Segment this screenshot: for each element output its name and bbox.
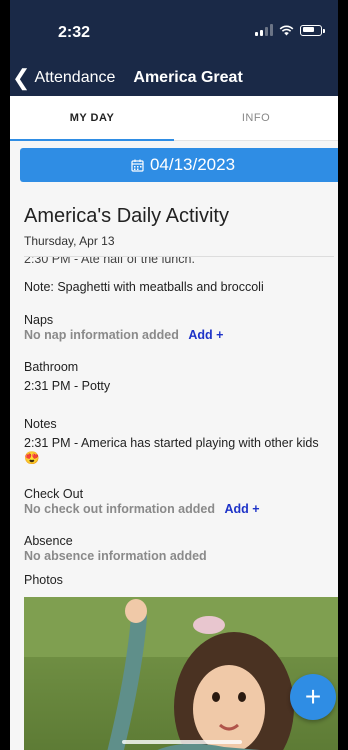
meal-entry: 2:30 PM - Ate half of the lunch.: [24, 257, 195, 266]
add-checkout-link[interactable]: Add +: [224, 502, 259, 516]
nav-bar: ❮ Attendance America Great: [10, 60, 338, 96]
notes-label: Notes: [24, 417, 57, 431]
notes-entry: 2:31 PM - America has started playing wi…: [24, 436, 319, 450]
checkout-row: No check out information added Add +: [24, 501, 330, 517]
calendar-icon: [131, 159, 144, 172]
status-bar: 2:32: [10, 0, 338, 52]
status-time: 2:32: [58, 24, 91, 41]
date-label: 04/13/2023: [149, 155, 236, 174]
back-button[interactable]: ❮ Attendance: [12, 67, 115, 89]
child-photo-illustration: [24, 597, 338, 750]
meal-note: Note: Spaghetti with meatballs and brocc…: [24, 280, 264, 294]
bathroom-label: Bathroom: [24, 360, 79, 374]
app-header: 2:32 ❮ Attendance America Great: [10, 0, 338, 96]
photos-label: Photos: [24, 573, 63, 587]
activity-scroll-area[interactable]: 2:30 PM - Ate half of the lunch. Note: S…: [10, 257, 338, 750]
tab-bar: MY DAY INFO: [10, 96, 338, 141]
back-label: Attendance: [34, 69, 116, 86]
status-icons: [255, 24, 325, 36]
absence-label: Absence: [24, 534, 73, 548]
home-indicator: [122, 740, 242, 744]
naps-empty-text: No nap information added: [24, 328, 179, 342]
activity-date: Thursday, Apr 13: [24, 234, 115, 248]
add-nap-link[interactable]: Add +: [188, 328, 223, 342]
wifi-icon: [279, 25, 294, 35]
naps-row: No nap information added Add +: [24, 327, 330, 343]
add-activity-fab[interactable]: +: [290, 674, 336, 720]
app-screen: 2:32 ❮ Attendance America Great MY DAY I…: [0, 0, 348, 750]
bathroom-entry: 2:31 PM - Potty: [24, 379, 111, 393]
activity-title: America's Daily Activity: [24, 205, 229, 227]
chevron-left-icon: ❮: [12, 65, 31, 90]
tab-info[interactable]: INFO: [174, 96, 338, 140]
tab-my-day[interactable]: MY DAY: [10, 96, 174, 141]
naps-label: Naps: [24, 313, 54, 327]
absence-empty-text: No absence information added: [24, 549, 207, 563]
battery-icon: [300, 24, 325, 36]
signal-icon: [255, 24, 273, 36]
checkout-empty-text: No check out information added: [24, 502, 215, 516]
heart-eyes-emoji: 😍: [24, 451, 40, 465]
page-title: America Great: [133, 69, 243, 86]
activity-photo[interactable]: [24, 597, 338, 750]
date-picker-button[interactable]: 04/13/2023: [20, 148, 338, 182]
checkout-label: Check Out: [24, 487, 84, 501]
